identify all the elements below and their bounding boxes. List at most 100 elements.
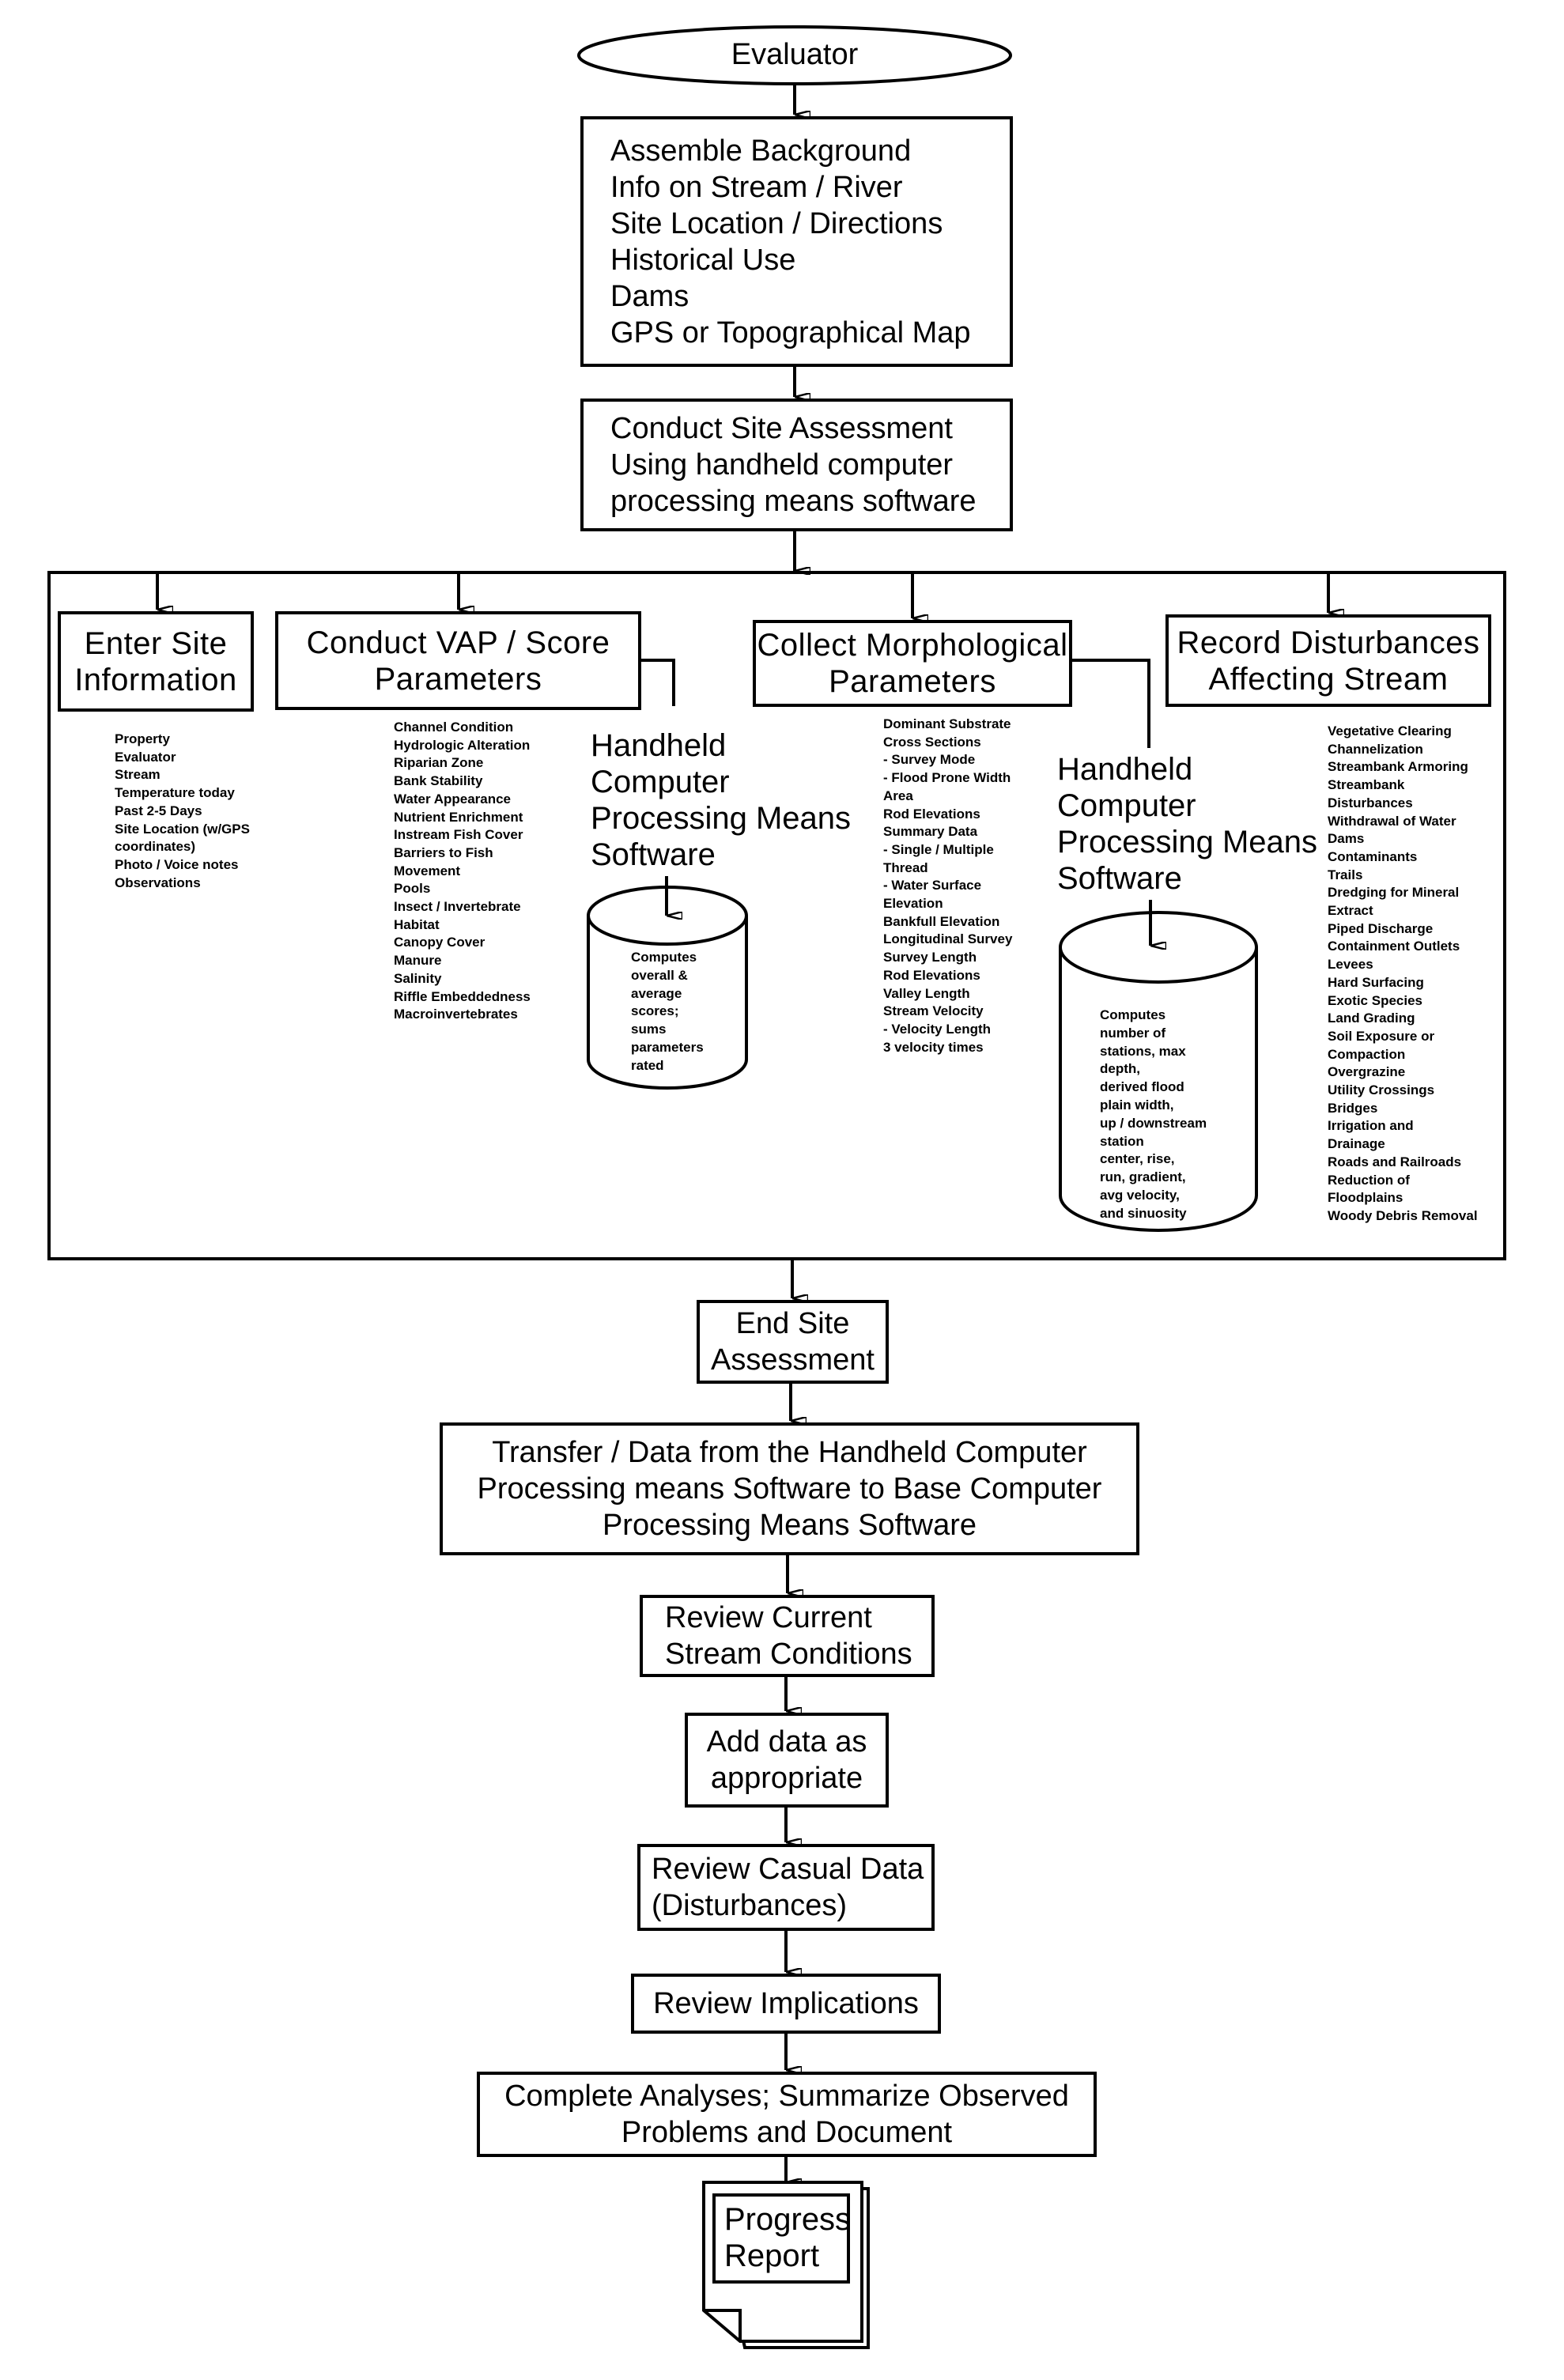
morph-parameter-item: - Velocity Length	[883, 1021, 992, 1037]
transfer-line: Processing means Software to Base Comput…	[477, 1472, 1102, 1505]
morph-software-label: Handheld Computer Processing Means Software	[1057, 751, 1317, 897]
database-text-line: Computes	[1100, 1007, 1166, 1022]
assemble-line: Info on Stream / River	[610, 170, 903, 204]
database-text-line: up / downstream	[1100, 1115, 1207, 1131]
morph-parameter-list: Dominant Substrate Cross Sections - Survey…	[883, 716, 1012, 1056]
conduct-site-assessment-box: Conduct Site Assessment Using handheld c…	[580, 399, 1013, 531]
disturbance-item: Irrigation and	[1328, 1118, 1414, 1134]
disturbance-item: Levees	[1328, 957, 1373, 973]
vap-parameter-item: Habitat	[394, 916, 440, 932]
morph-parameter-item: Stream Velocity	[883, 1003, 984, 1019]
morph-parameter-item: Cross Sections	[883, 734, 981, 750]
enter-site-item: Temperature today	[115, 785, 235, 801]
vap-parameter-item: Canopy Cover	[394, 935, 485, 950]
morph-title: Parameters	[829, 664, 996, 699]
disturbance-item: Withdrawal of Water	[1328, 813, 1456, 829]
connector-morph-to-software	[1072, 659, 1150, 748]
disturbance-item: Bridges	[1328, 1100, 1378, 1116]
morph-parameter-item: Area	[883, 788, 913, 803]
assemble-background-box: Assemble Background Info on Stream / Riv…	[580, 116, 1013, 367]
morph-parameter-item: - Water Surface	[883, 878, 982, 893]
enter-site-information-box: Enter Site Information	[58, 611, 254, 712]
vap-parameter-item: Manure	[394, 953, 442, 969]
software-label-line: Processing Means	[1057, 825, 1318, 859]
disturbance-item: Floodplains	[1328, 1190, 1403, 1206]
software-label-line: Handheld	[591, 728, 727, 763]
vap-parameter-item: Riffle Embeddedness	[394, 988, 531, 1004]
assemble-line: Assemble Background	[610, 134, 912, 168]
assemble-line: GPS or Topographical Map	[610, 315, 971, 349]
disturb-title: Record Disturbances	[1177, 625, 1480, 660]
disturbance-item: Streambank	[1328, 777, 1405, 793]
software-label-line: Software	[1057, 861, 1182, 896]
database-text-line: rated	[631, 1057, 664, 1073]
morph-parameter-item: Longitudinal Survey	[883, 931, 1013, 947]
disturbance-item: Extract	[1328, 903, 1373, 919]
transfer-data-box: Transfer / Data from the Handheld Comput…	[440, 1422, 1139, 1555]
assemble-line: Site Location / Directions	[610, 206, 943, 240]
morph-parameter-item: Rod Elevations	[883, 967, 980, 983]
database-text-line: plain width,	[1100, 1097, 1174, 1113]
enter-site-title: Enter Site	[84, 625, 228, 661]
vap-parameter-item: Insect / Invertebrate	[394, 899, 521, 915]
complete-line: Problems and Document	[621, 2116, 953, 2149]
collect-morphological-box: Collect Morphological Parameters	[753, 620, 1072, 707]
disturbance-item: Reduction of	[1328, 1172, 1410, 1188]
disturbance-item: Compaction	[1328, 1046, 1406, 1062]
database-text-line: station	[1100, 1133, 1144, 1149]
vap-parameter-item: Pools	[394, 881, 431, 897]
report-line: Report	[724, 2238, 820, 2273]
connector-vap-to-software	[641, 659, 675, 706]
morph-parameter-item: Valley Length	[883, 985, 970, 1001]
conduct-line: Using handheld computer	[610, 448, 954, 482]
software-label-line: Handheld	[1057, 752, 1193, 787]
morph-parameter-item: Bankfull Elevation	[883, 913, 1000, 929]
review-current-conditions-box: Review Current Stream Conditions	[640, 1595, 935, 1677]
end-line: Assessment	[711, 1343, 875, 1377]
enter-site-item-list: Property Evaluator Stream Temperature today…	[115, 731, 250, 892]
vap-parameter-list: Channel Condition Hydrologic Alteration Ri…	[394, 719, 531, 1024]
vap-parameter-item: Water Appearance	[394, 791, 512, 807]
database-text-line: average	[631, 985, 682, 1001]
disturbance-item: Utility Crossings	[1328, 1082, 1435, 1098]
vap-title: Conduct VAP / Score	[306, 625, 610, 660]
vap-parameter-item: Instream Fish Cover	[394, 827, 523, 843]
disturbance-item: Channelization	[1328, 741, 1423, 757]
record-disturbances-box: Record Disturbances Affecting Stream	[1165, 614, 1491, 707]
enter-site-item: Site Location (w/GPS	[115, 821, 250, 837]
database-text-line: overall &	[631, 967, 688, 983]
disturb-title: Affecting Stream	[1208, 661, 1449, 697]
vap-parameter-item: Bank Stability	[394, 773, 483, 789]
review-casual-line: Review Casual Data	[652, 1853, 924, 1886]
morph-parameter-item: Thread	[883, 859, 928, 875]
software-label-line: Computer	[1057, 788, 1196, 823]
end-site-assessment-box: End Site Assessment	[697, 1300, 889, 1384]
evaluator-text: Evaluator	[731, 38, 859, 71]
enter-site-item: Past 2-5 Days	[115, 803, 202, 818]
complete-analyses-box: Complete Analyses; Summarize Observed Pr…	[477, 2072, 1097, 2157]
disturbance-item: Contaminants	[1328, 848, 1418, 864]
disturbance-item: Disturbances	[1328, 795, 1413, 810]
enter-site-item: Evaluator	[115, 749, 176, 765]
vap-software-label: Handheld Computer Processing Means Software	[591, 727, 851, 873]
disturbance-item: Soil Exposure or	[1328, 1028, 1435, 1044]
vap-parameter-item: Riparian Zone	[394, 755, 484, 771]
add-data-line: appropriate	[710, 1762, 863, 1795]
enter-site-item: Photo / Voice notes	[115, 856, 239, 872]
review-casual-data-box: Review Casual Data (Disturbances)	[637, 1844, 935, 1931]
database-text-line: number of	[1100, 1025, 1166, 1041]
vap-database-text: Computes overall & average scores; sums param…	[631, 949, 704, 1075]
evaluator-label: Evaluator	[696, 36, 893, 73]
morph-parameter-item: Elevation	[883, 896, 943, 912]
vap-parameter-item: Channel Condition	[394, 720, 514, 735]
disturbance-item: Drainage	[1328, 1136, 1385, 1152]
progress-report-label: Progress Report	[724, 2201, 851, 2274]
database-text-line: sums	[631, 1022, 667, 1037]
database-text-line: stations, max	[1100, 1043, 1186, 1059]
add-data-line: Add data as	[706, 1725, 867, 1759]
disturbance-list: Vegetative Clearing Channelization Streamb…	[1328, 723, 1478, 1226]
vap-parameter-item: Salinity	[394, 970, 442, 986]
vap-parameter-item: Hydrologic Alteration	[394, 737, 531, 753]
review-current-line: Stream Conditions	[665, 1638, 912, 1671]
morph-parameter-item: - Single / Multiple	[883, 841, 994, 857]
